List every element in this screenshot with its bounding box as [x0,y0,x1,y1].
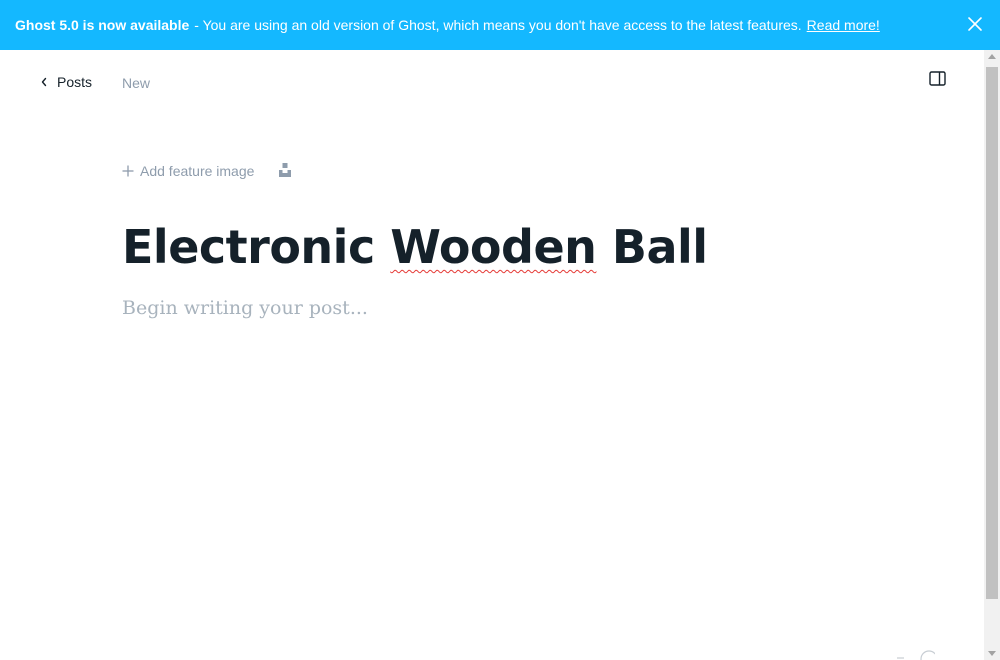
editor-footer-icons [895,650,935,660]
plus-icon [122,165,134,177]
scrollbar-thumb[interactable] [986,67,998,599]
banner-message: - You are using an old version of Ghost,… [194,17,802,33]
upgrade-banner: Ghost 5.0 is now available - You are usi… [0,0,1000,50]
word-count-help-icon[interactable] [895,650,935,660]
chevron-left-icon [41,77,47,87]
post-status: New [122,75,151,91]
title-text-start: Electronic [122,220,391,274]
back-label: Posts [57,74,93,90]
title-text-end: Ball [596,220,708,274]
scroll-up-arrow-icon[interactable] [988,54,996,59]
add-feature-image-label: Add feature image [140,163,255,179]
sidebar-toggle-icon[interactable] [929,71,946,86]
back-to-posts-button[interactable]: Posts [40,74,92,90]
page-scrollbar[interactable] [984,50,1000,660]
close-icon[interactable] [966,15,984,33]
post-editor: Posts New Add feature image Electronic W… [0,50,984,660]
unsplash-icon[interactable] [278,162,292,178]
banner-headline: Ghost 5.0 is now available [15,17,190,33]
banner-read-more-link[interactable]: Read more! [807,17,880,33]
scroll-down-arrow-icon[interactable] [988,651,996,656]
post-body-editor[interactable]: Begin writing your post... [122,297,368,319]
title-misspelled-word: Wooden [390,220,597,274]
add-feature-image-button[interactable]: Add feature image [122,163,254,179]
post-title[interactable]: Electronic Wooden Ball [122,220,708,274]
